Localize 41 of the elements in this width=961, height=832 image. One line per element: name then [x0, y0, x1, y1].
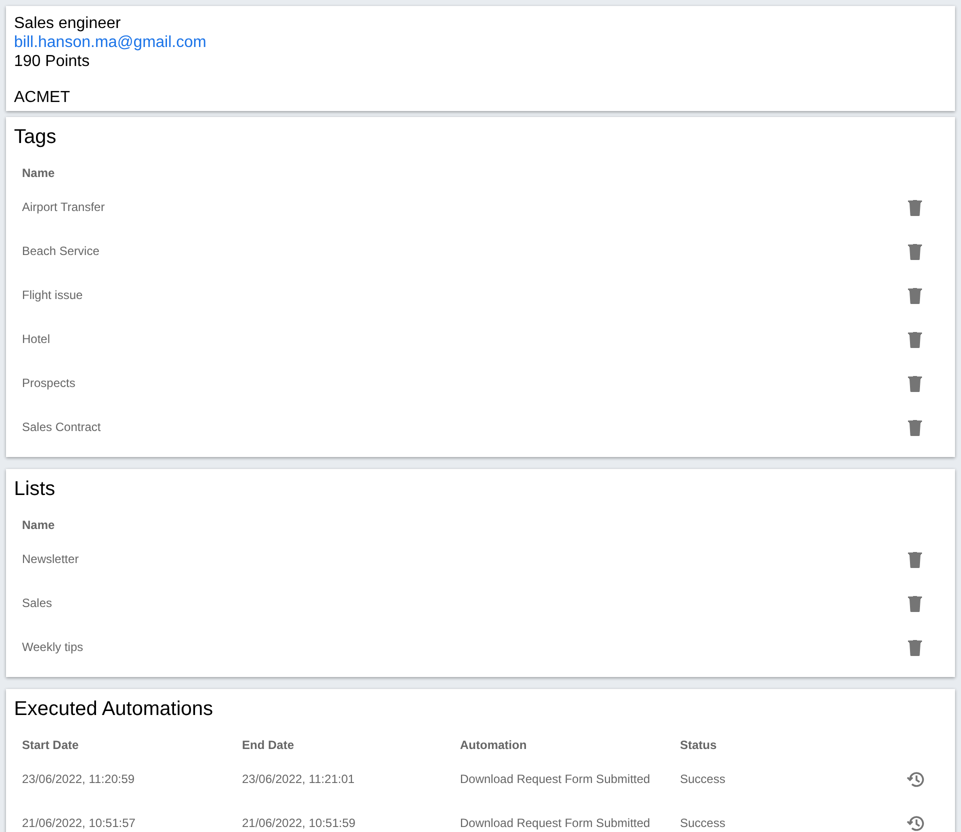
- trash-icon: [908, 550, 922, 568]
- company-name: ACMET: [14, 88, 71, 107]
- table-cell-text: 23/06/2022, 11:21:01: [242, 771, 356, 788]
- table-cell-text: 21/06/2022, 10:51:59: [242, 815, 356, 832]
- table-cell-text: Flight issue: [22, 287, 83, 304]
- trash-icon: [908, 374, 922, 392]
- table-cell-text: Sales Contract: [22, 419, 101, 436]
- column-header: Status: [680, 737, 718, 754]
- table-cell-text: 23/06/2022, 11:20:59: [22, 771, 136, 788]
- column-header: End Date: [242, 737, 296, 754]
- history-icon: [906, 770, 924, 788]
- table-cell-text: Beach Service: [22, 243, 100, 260]
- table-cell-text: Success: [680, 771, 726, 788]
- table-cell-text: Airport Transfer: [22, 199, 105, 216]
- table-cell-text: 21/06/2022, 10:51:57: [22, 815, 136, 832]
- email-link[interactable]: bill.hanson.ma@gmail.com: [14, 33, 206, 52]
- trash-icon: [908, 330, 922, 348]
- trash-icon: [908, 286, 922, 304]
- table-cell-text: Hotel: [22, 331, 50, 348]
- points: 190 Points: [14, 52, 91, 71]
- table-cell-text: Weekly tips: [22, 639, 84, 656]
- table-cell-text: Success: [680, 815, 726, 832]
- column-header: Name: [22, 517, 55, 534]
- section-title: Lists: [14, 477, 56, 501]
- table-cell-text: Newsletter: [22, 551, 79, 568]
- table-cell-text: Download Request Form Submitted: [460, 815, 652, 832]
- table-cell-text: Download Request Form Submitted: [460, 771, 652, 788]
- trash-icon: [908, 638, 922, 656]
- job-title: Sales engineer: [14, 14, 122, 33]
- column-header: Automation: [460, 737, 528, 754]
- trash-icon: [908, 242, 922, 260]
- trash-icon: [908, 198, 922, 216]
- column-header: Name: [22, 165, 55, 182]
- trash-icon: [908, 418, 922, 436]
- section-title: Tags: [14, 125, 58, 149]
- table-cell-text: Prospects: [22, 375, 76, 392]
- section-title: Executed Automations: [14, 697, 214, 721]
- history-icon: [906, 814, 924, 832]
- column-header: Start Date: [22, 737, 80, 754]
- trash-icon: [908, 594, 922, 612]
- table-cell-text: Sales: [22, 595, 52, 612]
